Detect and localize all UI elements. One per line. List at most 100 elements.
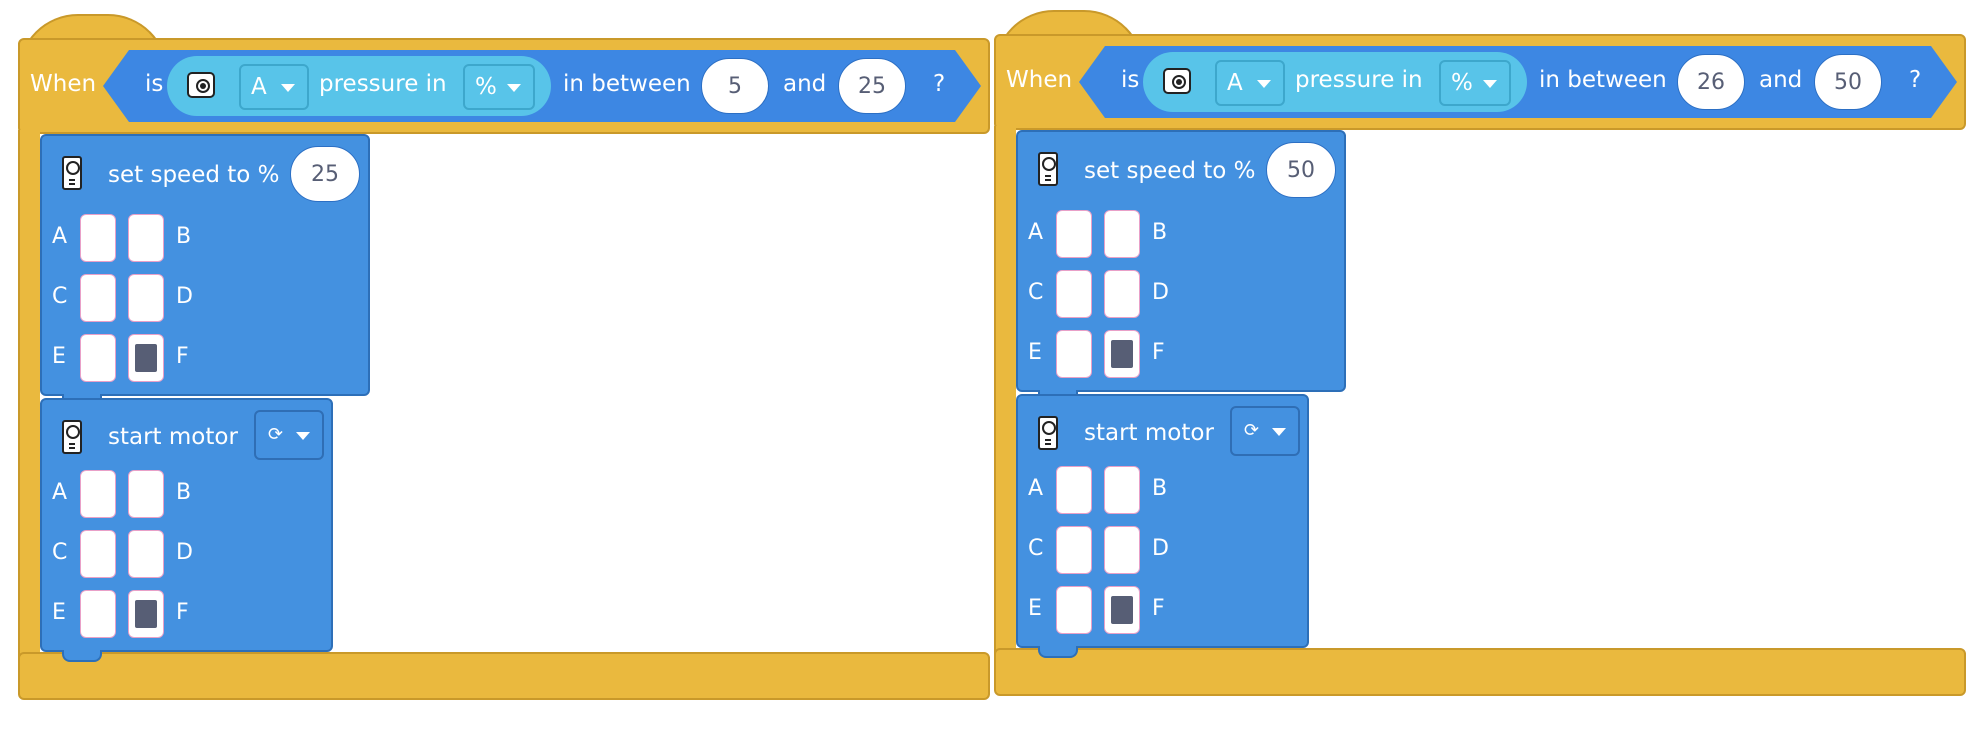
pressure-condition[interactable]: is A pressure in % in between 5 and 25 ? bbox=[103, 50, 981, 122]
port-label-c: C bbox=[52, 284, 68, 309]
port-label-c: C bbox=[52, 540, 68, 565]
chevron-down-icon bbox=[1483, 80, 1497, 88]
port-label-c: C bbox=[1028, 280, 1044, 305]
speed-value-input[interactable]: 25 bbox=[290, 146, 360, 202]
port-checkbox-d[interactable] bbox=[1104, 270, 1140, 318]
when-event-block-1[interactable]: When is A pressure in % in between 5 and… bbox=[18, 14, 992, 704]
port-checkbox-c[interactable] bbox=[80, 530, 116, 578]
port-label-e: E bbox=[1028, 340, 1042, 365]
chevron-down-icon bbox=[281, 84, 295, 92]
port-checkbox-d[interactable] bbox=[128, 530, 164, 578]
rotate-clockwise-icon: ⟳ bbox=[268, 424, 284, 445]
port-label-f: F bbox=[176, 344, 189, 369]
unit-value: % bbox=[1451, 70, 1473, 96]
pressure-label: pressure in bbox=[319, 71, 447, 97]
port-checkbox-a[interactable] bbox=[1056, 210, 1092, 258]
in-between-label: in between bbox=[1539, 67, 1667, 93]
speed-value-input[interactable]: 50 bbox=[1266, 142, 1336, 198]
port-checkbox-e[interactable] bbox=[80, 334, 116, 382]
set-speed-block[interactable]: set speed to % 50 A B C D E F bbox=[1016, 130, 1346, 392]
port-checkbox-c[interactable] bbox=[80, 274, 116, 322]
port-label-d: D bbox=[1152, 536, 1169, 561]
port-checkbox-a[interactable] bbox=[1056, 466, 1092, 514]
port-label-b: B bbox=[176, 224, 192, 249]
max-value-input[interactable]: 25 bbox=[838, 58, 906, 114]
unit-dropdown[interactable]: % bbox=[1439, 60, 1511, 106]
pressure-condition[interactable]: is A pressure in % in between 26 and 50 … bbox=[1079, 46, 1957, 118]
port-label-a: A bbox=[1028, 220, 1044, 245]
min-value-input[interactable]: 5 bbox=[701, 58, 769, 114]
pressure-label: pressure in bbox=[1295, 67, 1423, 93]
set-speed-block[interactable]: set speed to % 25 A B C D E F bbox=[40, 134, 370, 396]
port-checkbox-f[interactable] bbox=[128, 590, 164, 638]
in-between-label: in between bbox=[563, 71, 691, 97]
port-checkbox-d[interactable] bbox=[1104, 526, 1140, 574]
event-arm bbox=[18, 130, 40, 668]
port-label-e: E bbox=[52, 344, 66, 369]
port-checkbox-a[interactable] bbox=[80, 470, 116, 518]
when-event-block-2[interactable]: When is A pressure in % in between 26 an… bbox=[994, 10, 1968, 700]
chevron-down-icon bbox=[296, 432, 310, 440]
port-checkbox-b[interactable] bbox=[128, 214, 164, 262]
chevron-down-icon bbox=[507, 84, 521, 92]
and-label: and bbox=[783, 71, 827, 97]
motor-hub-icon bbox=[1038, 152, 1058, 186]
port-checkbox-e[interactable] bbox=[80, 590, 116, 638]
event-footer bbox=[994, 648, 1966, 696]
min-value-input[interactable]: 26 bbox=[1677, 54, 1745, 110]
chevron-down-icon bbox=[1272, 428, 1286, 436]
port-dropdown[interactable]: A bbox=[1215, 60, 1285, 106]
port-label-d: D bbox=[176, 540, 193, 565]
direction-dropdown[interactable]: ⟳ bbox=[1230, 406, 1300, 456]
port-dropdown[interactable]: A bbox=[239, 64, 309, 110]
pressure-sensor-reporter[interactable]: A pressure in % bbox=[1143, 52, 1527, 112]
port-label-f: F bbox=[176, 600, 189, 625]
motor-hub-icon bbox=[1038, 416, 1058, 450]
pressure-sensor-icon bbox=[187, 72, 215, 98]
max-value-input[interactable]: 50 bbox=[1814, 54, 1882, 110]
port-label-a: A bbox=[52, 480, 68, 505]
pressure-sensor-reporter[interactable]: A pressure in % bbox=[167, 56, 551, 116]
port-checkbox-b[interactable] bbox=[1104, 466, 1140, 514]
port-checkbox-f[interactable] bbox=[128, 334, 164, 382]
set-speed-label: set speed to % bbox=[1084, 158, 1256, 184]
and-label: and bbox=[1759, 67, 1803, 93]
question-mark: ? bbox=[1909, 67, 1922, 93]
port-value: A bbox=[251, 74, 267, 100]
port-label-e: E bbox=[1028, 596, 1042, 621]
port-checkbox-b[interactable] bbox=[128, 470, 164, 518]
port-checkbox-e[interactable] bbox=[1056, 330, 1092, 378]
motor-hub-icon bbox=[62, 156, 82, 190]
port-checkbox-c[interactable] bbox=[1056, 526, 1092, 574]
port-checkbox-e[interactable] bbox=[1056, 586, 1092, 634]
chevron-down-icon bbox=[1257, 80, 1271, 88]
start-motor-label: start motor bbox=[108, 424, 238, 450]
block-connector bbox=[62, 650, 102, 662]
when-label: When bbox=[1006, 67, 1073, 93]
port-label-b: B bbox=[1152, 220, 1168, 245]
port-value: A bbox=[1227, 70, 1243, 96]
unit-dropdown[interactable]: % bbox=[463, 64, 535, 110]
when-label: When bbox=[30, 71, 97, 97]
start-motor-block[interactable]: start motor ⟳ A B C D E F bbox=[1016, 394, 1309, 648]
port-checkbox-f[interactable] bbox=[1104, 330, 1140, 378]
motor-hub-icon bbox=[62, 420, 82, 454]
port-label-f: F bbox=[1152, 596, 1165, 621]
direction-dropdown[interactable]: ⟳ bbox=[254, 410, 324, 460]
port-checkbox-a[interactable] bbox=[80, 214, 116, 262]
start-motor-label: start motor bbox=[1084, 420, 1214, 446]
port-label-a: A bbox=[1028, 476, 1044, 501]
port-checkbox-f[interactable] bbox=[1104, 586, 1140, 634]
port-checkbox-d[interactable] bbox=[128, 274, 164, 322]
port-checkbox-c[interactable] bbox=[1056, 270, 1092, 318]
start-motor-block[interactable]: start motor ⟳ A B C D E F bbox=[40, 398, 333, 652]
port-label-a: A bbox=[52, 224, 68, 249]
event-footer bbox=[18, 652, 990, 700]
port-label-f: F bbox=[1152, 340, 1165, 365]
port-checkbox-b[interactable] bbox=[1104, 210, 1140, 258]
port-label-d: D bbox=[176, 284, 193, 309]
set-speed-label: set speed to % bbox=[108, 162, 280, 188]
port-label-b: B bbox=[1152, 476, 1168, 501]
port-label-c: C bbox=[1028, 536, 1044, 561]
unit-value: % bbox=[475, 74, 497, 100]
